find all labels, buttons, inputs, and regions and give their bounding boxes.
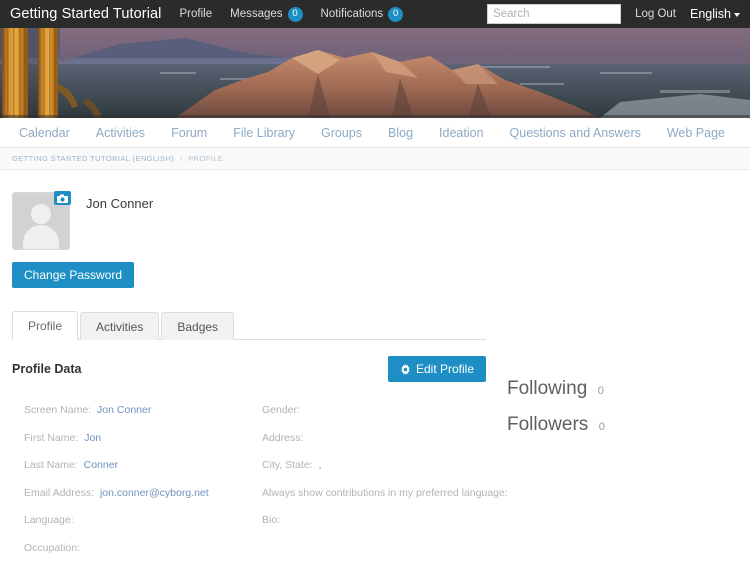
profile-data-title: Profile Data xyxy=(12,362,82,376)
gear-icon xyxy=(400,363,411,375)
profile-data-header: Profile Data Edit Profile xyxy=(12,356,486,382)
top-nav: Profile Messages 0 Notifications 0 xyxy=(180,6,404,22)
profile-header: Jon Conner xyxy=(12,170,738,250)
following-label: Following xyxy=(507,378,588,399)
field-label: Last Name: xyxy=(24,459,78,472)
field-preferred-language-contributions: Always show contributions in my preferre… xyxy=(262,487,738,500)
field-label: Occupation: xyxy=(24,541,81,554)
camera-glyph xyxy=(57,194,68,203)
sitenav-item-web-page[interactable]: Web Page xyxy=(654,126,738,140)
field-label: Always show contributions in my preferre… xyxy=(262,486,508,499)
breadcrumb: GETTING STARTED TUTORIAL (ENGLISH) / PRO… xyxy=(0,148,750,170)
field-bio: Bio: xyxy=(262,514,738,527)
language-label: English xyxy=(690,7,731,21)
followers-row[interactable]: Followers 0 xyxy=(507,414,605,436)
search-input[interactable] xyxy=(487,4,622,24)
breadcrumb-separator: / xyxy=(180,154,183,163)
chevron-down-icon xyxy=(734,13,740,17)
messages-badge: 0 xyxy=(287,6,303,22)
topnav-item-messages[interactable]: Messages 0 xyxy=(230,6,303,22)
field-label: Language: xyxy=(24,514,74,527)
field-value: , xyxy=(318,459,322,472)
profile-fields-right: Gender: Address: City, State: , Always s… xyxy=(262,404,738,567)
tab-activities[interactable]: Activities xyxy=(80,312,160,340)
topnav-label: Messages xyxy=(230,8,283,20)
profile-fields-left: Screen Name: Jon Conner First Name: Jon … xyxy=(12,404,262,567)
top-bar-right: Log Out English xyxy=(487,4,742,24)
following-row[interactable]: Following 0 xyxy=(507,378,605,400)
topnav-label: Profile xyxy=(179,8,213,20)
following-count: 0 xyxy=(597,385,604,397)
field-city-state: City, State: , xyxy=(262,459,738,472)
field-value: Jon xyxy=(84,431,102,444)
topnav-item-notifications[interactable]: Notifications 0 xyxy=(320,6,404,22)
breadcrumb-item-site[interactable]: GETTING STARTED TUTORIAL (ENGLISH) xyxy=(12,154,174,163)
site-nav: Calendar Activities Forum File Library G… xyxy=(0,118,750,148)
field-label: Email Address: xyxy=(24,486,95,499)
top-bar: Getting Started Tutorial Profile Message… xyxy=(0,0,750,28)
tab-profile[interactable]: Profile xyxy=(12,311,79,340)
user-placeholder-body xyxy=(23,225,59,249)
edit-profile-button[interactable]: Edit Profile xyxy=(387,356,486,382)
field-email-address: Email Address: jon.conner@cyborg.net xyxy=(24,487,262,500)
user-placeholder-icon xyxy=(31,204,51,224)
sitenav-item-file-library[interactable]: File Library xyxy=(220,126,308,140)
field-value: Conner xyxy=(83,459,119,472)
field-language: Language: xyxy=(24,514,262,527)
topnav-item-profile[interactable]: Profile xyxy=(180,8,213,20)
banner-image xyxy=(0,28,750,118)
logout-link[interactable]: Log Out xyxy=(635,8,676,20)
followers-label: Followers xyxy=(507,414,589,435)
field-label: Address: xyxy=(262,431,304,444)
user-name: Jon Conner xyxy=(86,196,154,211)
follow-stats: Following 0 Followers 0 xyxy=(507,378,605,450)
main-content: Jon Conner Change Password Following 0 F… xyxy=(0,170,750,567)
edit-profile-label: Edit Profile xyxy=(415,362,474,376)
topnav-label: Notifications xyxy=(320,8,384,20)
change-password-wrapper: Change Password xyxy=(12,262,738,288)
gear-glyph xyxy=(401,363,410,375)
tab-badges[interactable]: Badges xyxy=(161,312,235,340)
breadcrumb-item-profile: PROFILE xyxy=(188,154,224,163)
language-selector[interactable]: English xyxy=(690,7,742,21)
notifications-badge: 0 xyxy=(388,6,404,22)
field-value: jon.conner@cyborg.net xyxy=(99,486,209,499)
hero-banner xyxy=(0,28,750,118)
field-label: City, State: xyxy=(262,459,313,472)
avatar-wrapper xyxy=(12,191,71,250)
camera-icon[interactable] xyxy=(54,191,71,205)
field-screen-name: Screen Name: Jon Conner xyxy=(24,404,262,417)
followers-count: 0 xyxy=(598,421,605,433)
field-address: Address: xyxy=(262,432,738,445)
field-value: Jon Conner xyxy=(97,404,152,416)
profile-tabs: Profile Activities Badges xyxy=(12,310,486,340)
sitenav-item-calendar[interactable]: Calendar xyxy=(6,126,83,140)
field-first-name: First Name: Jon xyxy=(24,432,262,445)
field-label: Gender: xyxy=(262,404,300,416)
sitenav-item-questions-and-answers[interactable]: Questions and Answers xyxy=(497,126,654,140)
sitenav-item-ideation[interactable]: Ideation xyxy=(426,126,496,140)
sitenav-item-catalog[interactable]: Catalog xyxy=(738,126,750,140)
sitenav-item-forum[interactable]: Forum xyxy=(158,126,220,140)
field-gender: Gender: xyxy=(262,404,738,417)
field-occupation: Occupation: xyxy=(24,542,262,555)
site-title: Getting Started Tutorial xyxy=(10,6,162,22)
profile-fields: Screen Name: Jon Conner First Name: Jon … xyxy=(12,404,738,567)
sitenav-item-activities[interactable]: Activities xyxy=(83,126,158,140)
field-label: Screen Name: xyxy=(24,404,92,416)
sitenav-item-blog[interactable]: Blog xyxy=(375,126,426,140)
sitenav-item-groups[interactable]: Groups xyxy=(308,126,375,140)
change-password-button[interactable]: Change Password xyxy=(12,262,135,288)
field-label: First Name: xyxy=(24,431,79,444)
field-last-name: Last Name: Conner xyxy=(24,459,262,472)
field-label: Bio: xyxy=(262,514,281,527)
